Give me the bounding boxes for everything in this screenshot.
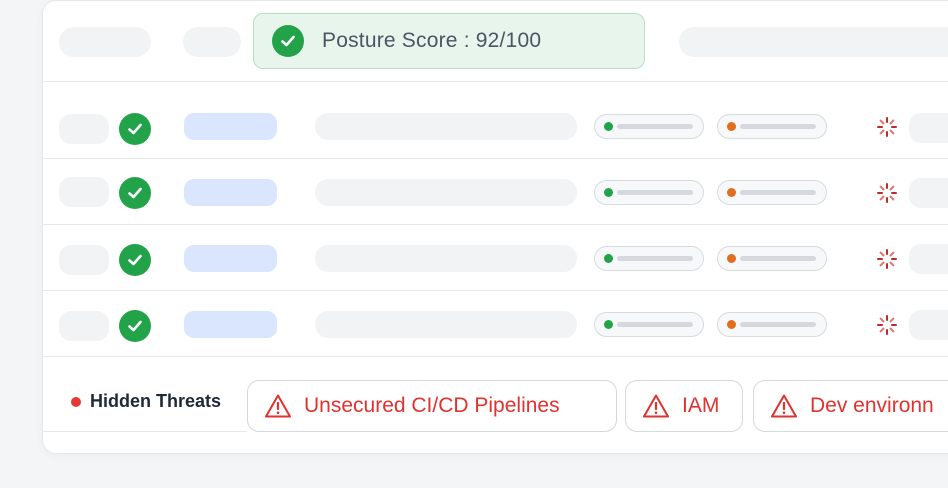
threat-chip-label: IAM bbox=[682, 394, 720, 417]
threat-chip-dev-environment[interactable]: Dev environn bbox=[753, 380, 948, 432]
row-name-pill bbox=[184, 311, 277, 338]
row-placeholder-left bbox=[59, 114, 109, 144]
header-placeholder-2 bbox=[183, 27, 241, 57]
threat-chip-label: Unsecured CI/CD Pipelines bbox=[304, 394, 560, 417]
spinner-icon bbox=[877, 117, 897, 137]
spinner-icon bbox=[877, 249, 897, 269]
hidden-threats-heading: Hidden Threats bbox=[71, 391, 221, 412]
header-divider bbox=[43, 81, 948, 82]
check-circle-icon bbox=[119, 177, 151, 209]
row-placeholder-right bbox=[909, 244, 948, 274]
row-description-placeholder bbox=[315, 179, 577, 206]
status-tag-green bbox=[594, 246, 704, 271]
status-tag-green bbox=[594, 114, 704, 139]
status-tag-green bbox=[594, 312, 704, 337]
posture-score-label: Posture Score : 92/100 bbox=[322, 29, 542, 52]
row-name-pill bbox=[184, 113, 277, 140]
row-placeholder-right bbox=[909, 113, 948, 143]
check-circle-icon bbox=[119, 113, 151, 145]
row-divider bbox=[43, 356, 948, 357]
threat-chip-label: Dev environn bbox=[810, 394, 934, 417]
security-dashboard-card: Posture Score : 92/100 Hidden Threats Un… bbox=[42, 0, 948, 454]
warning-icon bbox=[265, 394, 291, 418]
status-tag-orange bbox=[717, 180, 827, 205]
warning-icon bbox=[643, 394, 669, 418]
check-circle-icon bbox=[272, 25, 304, 57]
row-name-pill bbox=[184, 179, 277, 206]
threat-chip-iam[interactable]: IAM bbox=[625, 380, 743, 432]
row-placeholder-left bbox=[59, 311, 109, 341]
footer-divider bbox=[43, 431, 247, 432]
row-placeholder-left bbox=[59, 245, 109, 275]
check-circle-icon bbox=[119, 244, 151, 276]
row-placeholder-right bbox=[909, 178, 948, 208]
status-tag-orange bbox=[717, 114, 827, 139]
row-description-placeholder bbox=[315, 113, 577, 140]
spinner-icon bbox=[877, 315, 897, 335]
threat-chip-cicd[interactable]: Unsecured CI/CD Pipelines bbox=[247, 380, 617, 432]
header-placeholder-3 bbox=[679, 27, 948, 57]
spinner-icon bbox=[877, 183, 897, 203]
check-circle-icon bbox=[119, 310, 151, 342]
header-placeholder-1 bbox=[59, 27, 151, 57]
row-divider bbox=[43, 224, 948, 225]
status-tag-green bbox=[594, 180, 704, 205]
status-tag-orange bbox=[717, 312, 827, 337]
hidden-threats-label: Hidden Threats bbox=[90, 391, 222, 411]
row-divider bbox=[43, 290, 948, 291]
row-divider bbox=[43, 158, 948, 159]
warning-icon bbox=[771, 394, 797, 418]
row-placeholder-right bbox=[909, 310, 948, 340]
row-description-placeholder bbox=[315, 245, 577, 272]
status-tag-orange bbox=[717, 246, 827, 271]
row-placeholder-left bbox=[59, 177, 109, 207]
posture-score-banner: Posture Score : 92/100 bbox=[253, 13, 645, 69]
red-dot-icon bbox=[71, 396, 81, 407]
row-description-placeholder bbox=[315, 311, 577, 338]
row-name-pill bbox=[184, 245, 277, 272]
